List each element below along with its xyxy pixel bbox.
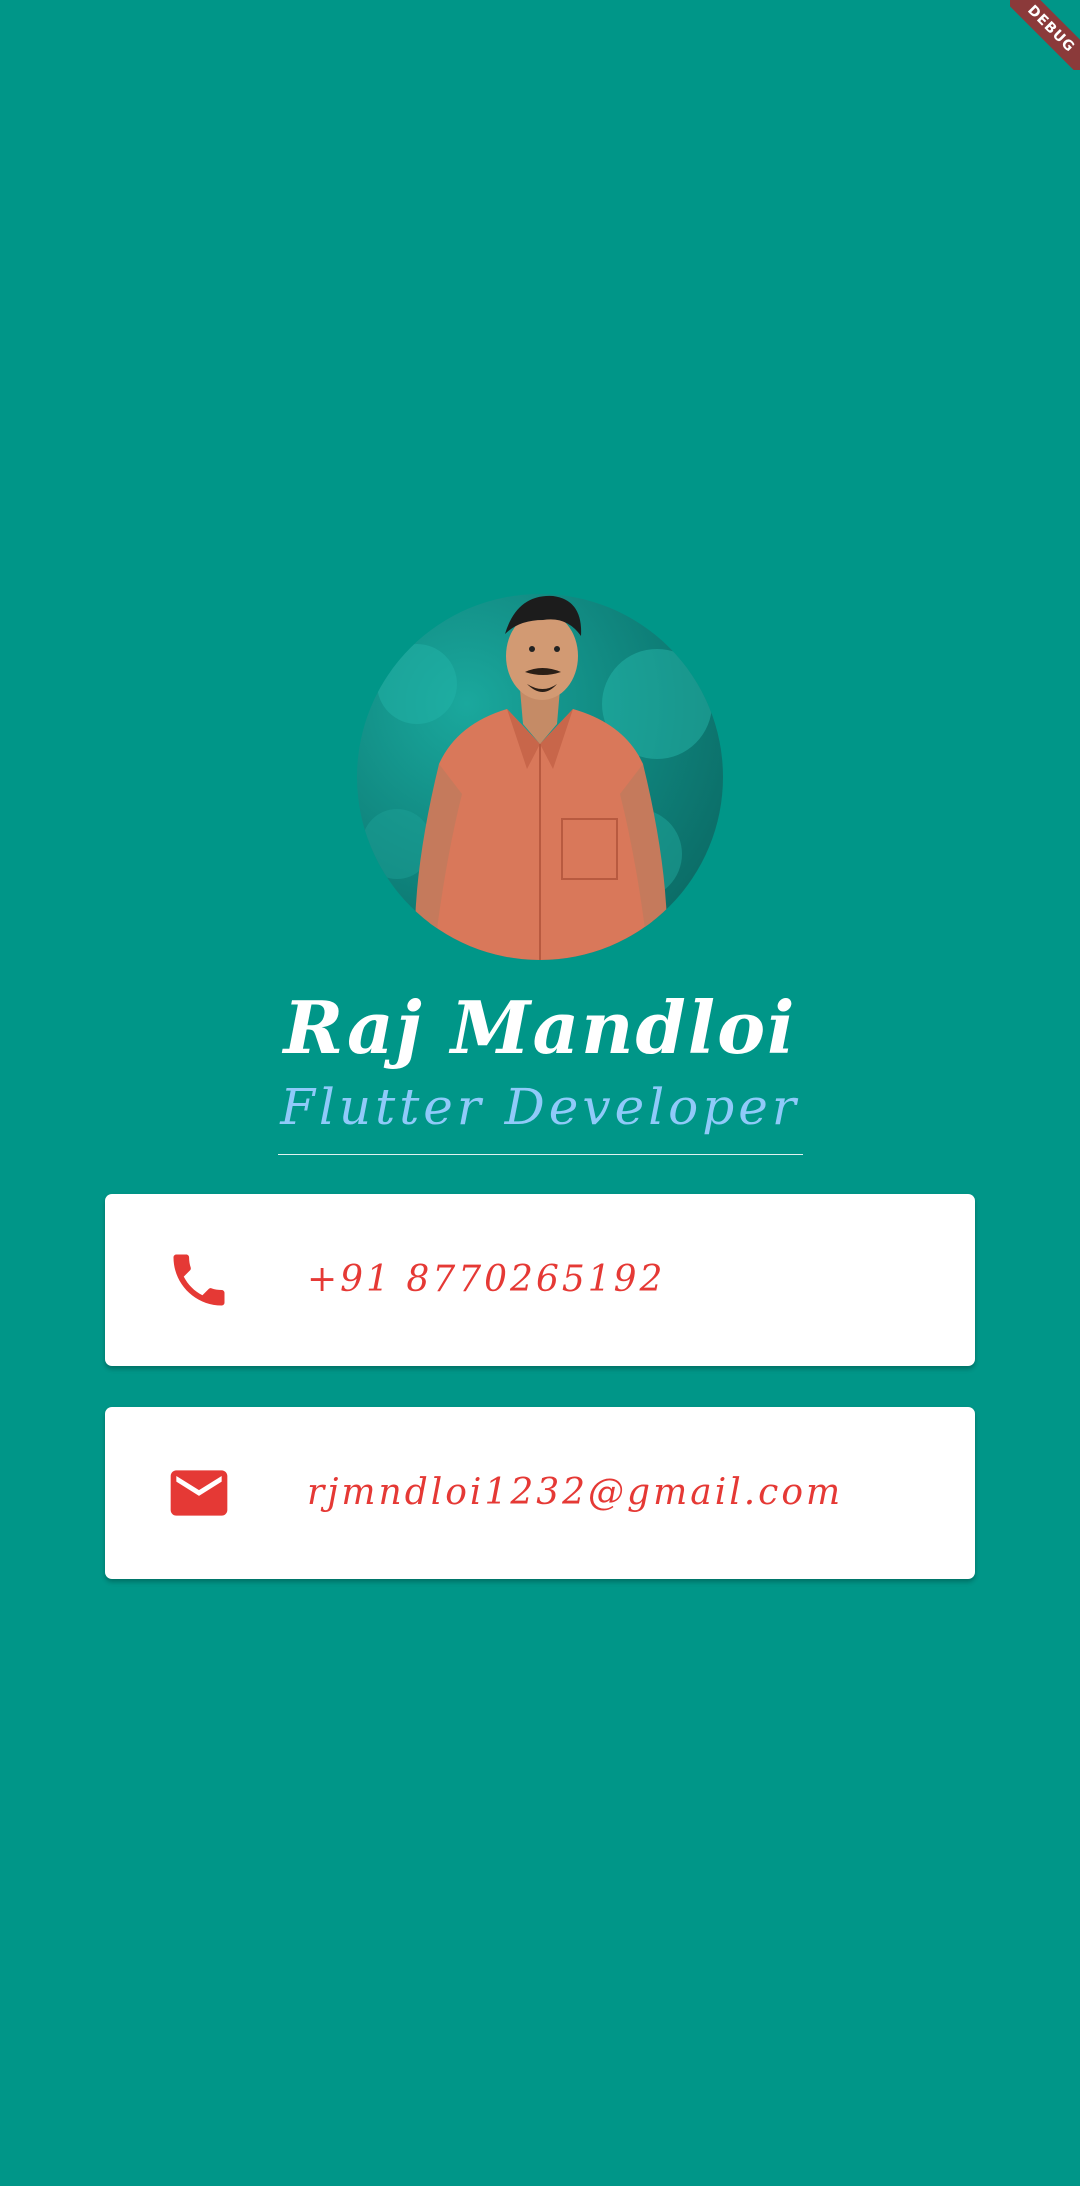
debug-banner-label: DEBUG: [1010, 0, 1080, 70]
divider: [278, 1154, 803, 1155]
phone-icon: [173, 1254, 225, 1306]
profile-name: Raj Mandloi: [283, 985, 797, 1070]
mail-icon: [170, 1470, 228, 1516]
phone-number: +91 8770265192: [307, 1259, 666, 1300]
phone-card[interactable]: +91 8770265192: [105, 1194, 975, 1366]
debug-banner: DEBUG: [1010, 0, 1080, 70]
email-address: rjmndloi1232@gmail.com: [307, 1472, 844, 1513]
avatar: [357, 594, 723, 960]
profile-photo: [362, 595, 712, 960]
email-card[interactable]: rjmndloi1232@gmail.com: [105, 1407, 975, 1579]
profile-title: Flutter Developer: [280, 1078, 800, 1136]
